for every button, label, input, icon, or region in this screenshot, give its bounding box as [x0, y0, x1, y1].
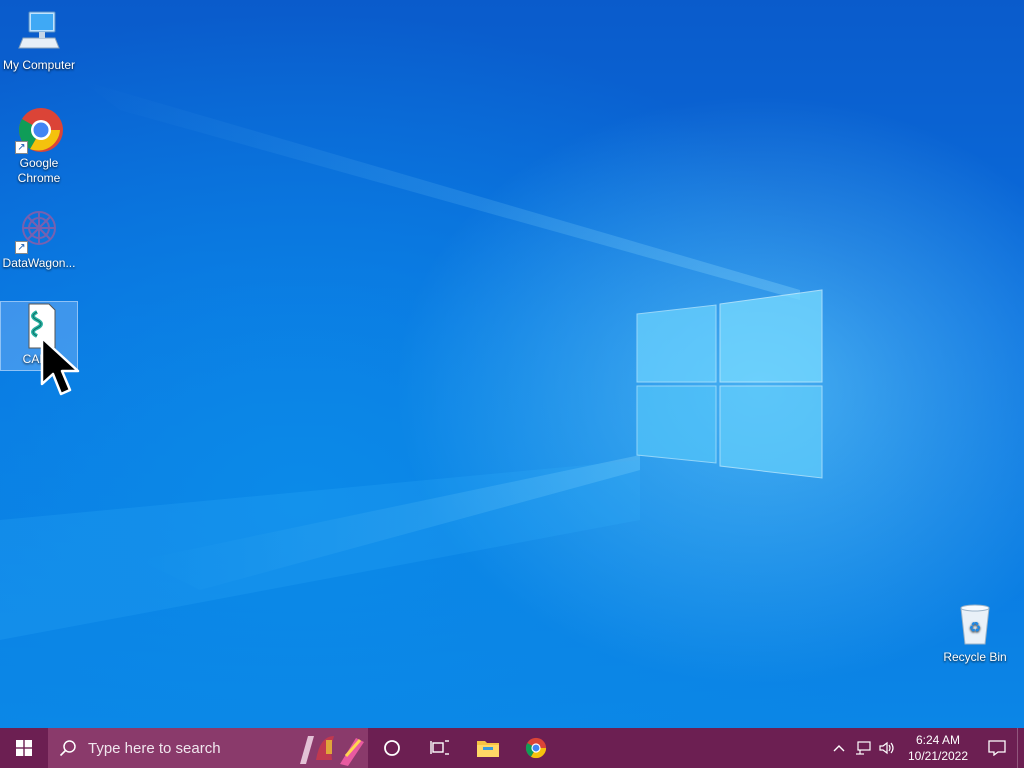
file-explorer-button[interactable] — [464, 728, 512, 768]
action-center-button[interactable] — [977, 728, 1017, 768]
clock-time: 6:24 AM — [915, 733, 961, 747]
desktop-icon-recycle-bin[interactable]: ♻ Recycle Bin — [937, 600, 1013, 665]
svg-text:♻: ♻ — [969, 620, 982, 636]
desktop-icon-label: Recycle Bin — [943, 650, 1007, 664]
windows-start-icon — [16, 740, 32, 756]
volume-button[interactable] — [875, 728, 899, 768]
speaker-icon — [879, 741, 894, 755]
clock-date: 10/21/2022 — [907, 749, 969, 763]
desktop: My Computer ↗ Google Chrome ↗ DataWagon.… — [0, 0, 1024, 728]
file-explorer-icon — [477, 741, 499, 757]
chrome-icon: ↗ — [15, 106, 63, 154]
notification-icon — [988, 740, 1006, 756]
wallpaper-light-beams — [0, 80, 823, 640]
system-tray: 6:24 AM 10/21/2022 — [827, 728, 1024, 768]
cortana-circle-icon — [384, 740, 400, 756]
desktop-icon-my-computer[interactable]: My Computer — [1, 8, 77, 73]
shortcut-arrow-icon: ↗ — [15, 141, 28, 154]
chevron-up-icon — [833, 745, 845, 752]
search-placeholder: Type here to search — [88, 739, 221, 757]
desktop-icon-label: DataWagon... — [2, 256, 76, 270]
taskbar: Type here to search 6:24 AM 10/21/2022 — [0, 728, 1024, 768]
desktop-icon-datawagon[interactable]: ↗ DataWagon... — [1, 206, 77, 271]
task-view-icon — [430, 740, 449, 755]
network-icon — [856, 741, 871, 755]
task-view-button[interactable] — [416, 728, 464, 768]
shortcut-arrow-icon: ↗ — [15, 241, 28, 254]
computer-icon — [15, 8, 63, 56]
mouse-cursor-icon — [40, 336, 80, 396]
cortana-button[interactable] — [368, 728, 416, 768]
show-desktop-button[interactable] — [1017, 728, 1024, 768]
desktop-icon-label: My Computer — [2, 58, 76, 72]
desktop-icon-google-chrome[interactable]: ↗ Google Chrome — [1, 106, 77, 186]
search-icon — [48, 739, 88, 757]
search-highlight-illustration — [300, 736, 364, 766]
clock[interactable]: 6:24 AM 10/21/2022 — [905, 732, 971, 764]
network-button[interactable] — [851, 728, 875, 768]
chrome-icon — [525, 737, 547, 759]
recycle-bin-icon: ♻ — [951, 600, 999, 648]
chrome-taskbar-button[interactable] — [512, 728, 560, 768]
datawagon-icon: ↗ — [15, 206, 63, 254]
start-button[interactable] — [0, 728, 48, 768]
search-box[interactable]: Type here to search — [48, 728, 368, 768]
windows-logo-wallpaper — [636, 289, 823, 479]
show-hidden-icons-button[interactable] — [827, 728, 851, 768]
desktop-icon-label: Google Chrome — [17, 156, 61, 185]
